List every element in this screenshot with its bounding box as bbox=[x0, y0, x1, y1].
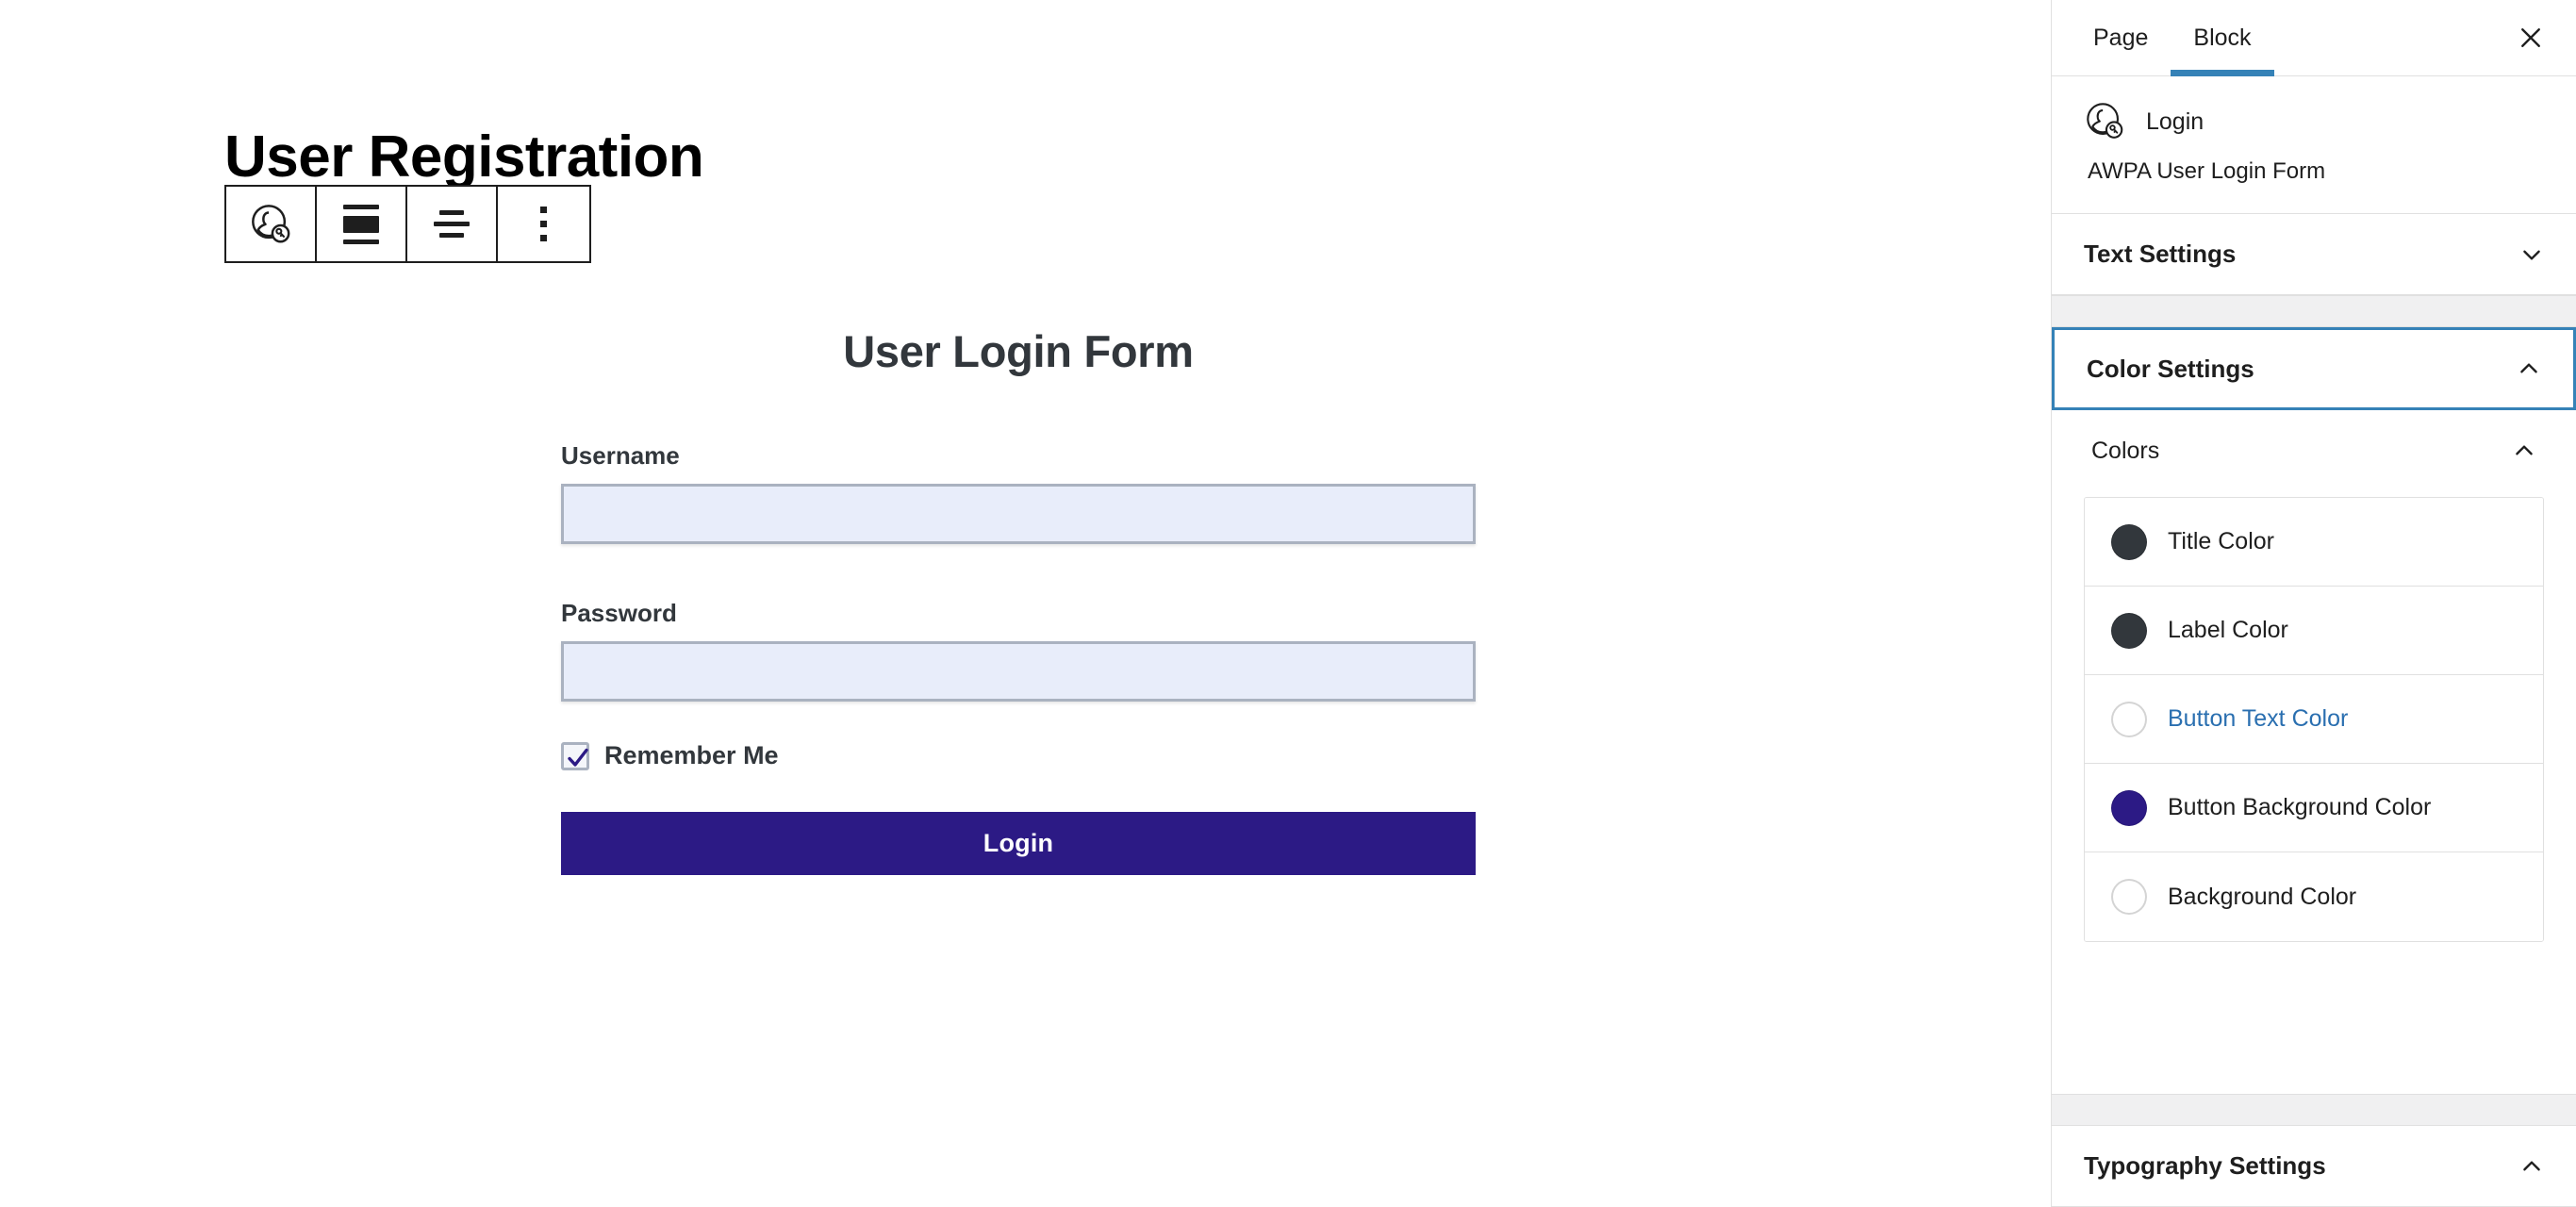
tab-page-label: Page bbox=[2093, 24, 2149, 51]
button-background-color-label: Button Background Color bbox=[2168, 794, 2432, 820]
panel-text-settings[interactable]: Text Settings bbox=[2052, 214, 2576, 295]
color-swatch-list: Title Color Label Color Button Text Colo… bbox=[2084, 497, 2544, 942]
sidebar-tabs: Page Block bbox=[2052, 0, 2576, 76]
background-color-swatch bbox=[2111, 879, 2147, 915]
color-row-button-text-color[interactable]: Button Text Color bbox=[2085, 675, 2543, 764]
checkmark-icon bbox=[568, 748, 588, 767]
tab-block[interactable]: Block bbox=[2171, 0, 2274, 76]
more-options-icon bbox=[540, 207, 547, 241]
username-label: Username bbox=[561, 441, 680, 470]
panel-color-settings[interactable]: Color Settings bbox=[2052, 327, 2576, 410]
login-user-key-icon bbox=[2087, 103, 2123, 139]
settings-sidebar: Page Block Login AWPA User Login Form Te… bbox=[2051, 0, 2576, 1207]
chevron-up-icon bbox=[2516, 445, 2533, 455]
button-text-color-label: Button Text Color bbox=[2168, 705, 2349, 732]
remember-me-label: Remember Me bbox=[604, 741, 779, 769]
password-label: Password bbox=[561, 599, 677, 627]
text-align-center-icon bbox=[434, 210, 470, 238]
toolbar-block-align-button[interactable] bbox=[317, 187, 407, 261]
block-align-center-icon bbox=[343, 204, 379, 244]
sidebar-filler bbox=[2052, 942, 2576, 1094]
tab-page[interactable]: Page bbox=[2071, 0, 2171, 75]
block-card: Login AWPA User Login Form bbox=[2052, 76, 2576, 214]
toolbar-text-align-button[interactable] bbox=[407, 187, 498, 261]
editor-root: User Registration User Login Form Userna… bbox=[0, 0, 2576, 1207]
colors-subsection-header[interactable]: Colors bbox=[2084, 410, 2544, 491]
page-title: User Registration bbox=[224, 124, 704, 190]
login-form-block: User Login Form Username Password Rememb… bbox=[561, 325, 1476, 875]
background-color-label: Background Color bbox=[2168, 883, 2357, 910]
color-row-button-background-color[interactable]: Button Background Color bbox=[2085, 764, 2543, 852]
editor-canvas: User Registration User Login Form Userna… bbox=[0, 0, 2051, 1207]
password-input[interactable] bbox=[561, 641, 1476, 702]
panel-spacer-band-2 bbox=[2052, 1094, 2576, 1126]
login-submit-button[interactable]: Login bbox=[561, 812, 1476, 875]
label-color-swatch bbox=[2111, 612, 2147, 649]
color-row-background-color[interactable]: Background Color bbox=[2085, 852, 2543, 941]
block-card-title: Login bbox=[2146, 107, 2204, 135]
username-input[interactable] bbox=[561, 484, 1476, 544]
chevron-up-icon bbox=[2523, 1160, 2540, 1170]
block-toolbar bbox=[224, 185, 591, 263]
block-card-description: AWPA User Login Form bbox=[2088, 158, 2326, 184]
password-field-group: Password bbox=[561, 599, 1476, 702]
close-settings-button[interactable] bbox=[2504, 11, 2557, 64]
close-icon bbox=[2521, 28, 2540, 47]
form-title: User Login Form bbox=[843, 326, 1194, 376]
toolbar-block-type-button[interactable] bbox=[226, 187, 317, 261]
chevron-down-icon bbox=[2523, 250, 2540, 260]
button-background-color-swatch bbox=[2111, 789, 2147, 826]
username-field-group: Username bbox=[561, 441, 1476, 544]
chevron-up-icon bbox=[2520, 363, 2537, 373]
color-row-label-color[interactable]: Label Color bbox=[2085, 587, 2543, 675]
remember-me-row[interactable]: Remember Me bbox=[561, 741, 1476, 770]
button-text-color-swatch bbox=[2111, 701, 2147, 737]
panel-spacer-band-1 bbox=[2052, 295, 2576, 327]
block-card-row: Login bbox=[2084, 100, 2544, 143]
color-row-title-color[interactable]: Title Color bbox=[2085, 498, 2543, 587]
login-block-icon bbox=[252, 204, 290, 242]
color-settings-body: Colors Title Color Label Color Button Te… bbox=[2052, 410, 2576, 942]
colors-subsection-label: Colors bbox=[2091, 437, 2160, 464]
label-color-label: Label Color bbox=[2168, 617, 2288, 643]
panel-color-settings-label: Color Settings bbox=[2087, 354, 2254, 383]
panel-typography-settings[interactable]: Typography Settings bbox=[2052, 1126, 2576, 1207]
panel-typography-settings-label: Typography Settings bbox=[2084, 1151, 2326, 1180]
tab-block-label: Block bbox=[2193, 24, 2252, 51]
toolbar-more-options-button[interactable] bbox=[498, 187, 589, 261]
remember-me-checkbox[interactable] bbox=[561, 741, 589, 770]
panel-text-settings-label: Text Settings bbox=[2084, 240, 2237, 268]
title-color-swatch bbox=[2111, 523, 2147, 560]
title-color-label: Title Color bbox=[2168, 528, 2274, 554]
